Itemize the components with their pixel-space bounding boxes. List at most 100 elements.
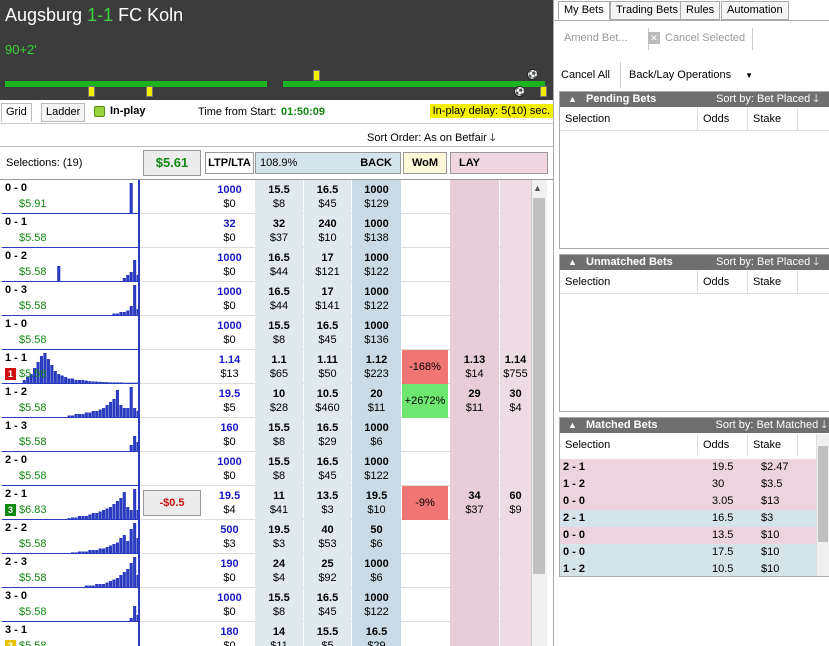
lay-price-cell[interactable] bbox=[450, 180, 499, 214]
ltp-cell[interactable]: 1000 $0 bbox=[205, 180, 254, 214]
tab-rules[interactable]: Rules bbox=[680, 1, 721, 20]
lay-price-cell[interactable]: 30 $4 bbox=[500, 384, 531, 418]
wom-header[interactable]: WoM bbox=[403, 152, 447, 174]
cancel-selected-button[interactable]: Cancel Selected bbox=[665, 32, 745, 44]
back-price-cell[interactable]: 16.5 $45 bbox=[304, 452, 351, 486]
ltp-cell[interactable]: 500 $3 bbox=[205, 520, 254, 554]
back-price-cell[interactable]: 15.5 $5 bbox=[304, 622, 351, 646]
back-price-cell[interactable]: 25 $92 bbox=[304, 554, 351, 588]
tab-ladder[interactable]: Ladder bbox=[41, 103, 86, 122]
selection-cell[interactable]: 0 - 3 $5.58 bbox=[2, 282, 140, 316]
selection-cell[interactable]: 3 - 1 3 $5.58 bbox=[2, 622, 140, 646]
back-price-cell[interactable]: 15.5 $8 bbox=[255, 418, 303, 452]
matched-bet-row[interactable]: 1 - 2 30 $3.5 bbox=[560, 476, 816, 493]
table-row[interactable]: 0 - 2 $5.58 1000 $0 16.5 $44 17 $121 1000 $122 bbox=[0, 248, 531, 282]
table-row[interactable]: 1 - 0 $5.58 1000 $0 15.5 $8 16.5 $45 1000 $136 bbox=[0, 316, 531, 350]
table-row[interactable]: 3 - 1 3 $5.58 180 $0 14 $11 15.5 $5 16.5 $29 bbox=[0, 622, 531, 646]
cancel-x-icon[interactable]: ✕ bbox=[648, 32, 660, 44]
grid-scrollbar-thumb[interactable] bbox=[533, 198, 545, 574]
back-price-cell[interactable]: 1000 $122 bbox=[352, 282, 401, 316]
back-price-cell[interactable]: 15.5 $8 bbox=[255, 316, 303, 350]
table-row[interactable]: 2 - 0 $5.58 1000 $0 15.5 $8 16.5 $45 1000 $122 bbox=[0, 452, 531, 486]
ltp-cell[interactable]: 1.14 $13 bbox=[205, 350, 254, 384]
selection-cell[interactable]: 1 - 3 $5.58 bbox=[2, 418, 140, 452]
col-odds[interactable]: Odds bbox=[698, 434, 748, 456]
lay-price-cell[interactable] bbox=[500, 520, 531, 554]
col-selection[interactable]: Selection bbox=[560, 108, 698, 130]
back-price-cell[interactable]: 24 $4 bbox=[255, 554, 303, 588]
lay-price-cell[interactable]: 60 $9 bbox=[500, 486, 531, 520]
lay-price-cell[interactable] bbox=[450, 316, 499, 350]
cancel-all-button[interactable]: Cancel All bbox=[561, 69, 610, 81]
col-stake[interactable]: Stake bbox=[748, 108, 798, 130]
selection-cell[interactable]: 2 - 2 $5.58 bbox=[2, 520, 140, 554]
back-price-cell[interactable]: 16.5 $29 bbox=[304, 418, 351, 452]
table-row[interactable]: 0 - 1 $5.58 32 $0 32 $37 240 $10 1000 $138 bbox=[0, 214, 531, 248]
lay-price-cell[interactable] bbox=[500, 282, 531, 316]
back-price-cell[interactable]: 10.5 $460 bbox=[304, 384, 351, 418]
col-stake[interactable]: Stake bbox=[748, 271, 798, 293]
back-price-cell[interactable]: 1000 $122 bbox=[352, 248, 401, 282]
tab-grid[interactable]: Grid bbox=[1, 103, 32, 122]
lay-price-cell[interactable]: 29 $11 bbox=[450, 384, 499, 418]
back-price-cell[interactable]: 240 $10 bbox=[304, 214, 351, 248]
selection-cell[interactable]: 3 - 0 $5.58 bbox=[2, 588, 140, 622]
back-price-cell[interactable]: 16.5 $45 bbox=[304, 316, 351, 350]
collapse-icon[interactable]: ▲ bbox=[568, 255, 577, 270]
ltp-cell[interactable]: 1000 $0 bbox=[205, 452, 254, 486]
lay-price-cell[interactable]: 1.13 $14 bbox=[450, 350, 499, 384]
selection-cell[interactable]: 1 - 1 1 $5.58 bbox=[2, 350, 140, 384]
back-price-cell[interactable]: 1000 $122 bbox=[352, 588, 401, 622]
table-row[interactable]: 1 - 1 1 $5.58 1.14 $13 1.1 $65 1.11 $50 1.12 $223-… bbox=[0, 350, 531, 384]
ltp-cell[interactable]: 180 $0 bbox=[205, 622, 254, 646]
lay-price-cell[interactable] bbox=[500, 554, 531, 588]
back-price-cell[interactable]: 16.5 $44 bbox=[255, 282, 303, 316]
matched-bet-row[interactable]: 1 - 2 10.5 $10 bbox=[560, 561, 816, 576]
lay-price-cell[interactable] bbox=[500, 248, 531, 282]
back-price-cell[interactable]: 1000 $6 bbox=[352, 418, 401, 452]
back-price-cell[interactable]: 20 $11 bbox=[352, 384, 401, 418]
lay-price-cell[interactable] bbox=[500, 588, 531, 622]
pending-sort-dropdown[interactable]: Sort by: Bet Placed 🡓 bbox=[716, 92, 819, 107]
matched-bet-row[interactable]: 0 - 0 13.5 $10 bbox=[560, 527, 816, 544]
back-price-cell[interactable]: 1.1 $65 bbox=[255, 350, 303, 384]
unmatched-sort-dropdown[interactable]: Sort by: Bet Placed 🡓 bbox=[716, 255, 819, 270]
scroll-up-icon[interactable]: ▲ bbox=[533, 183, 542, 193]
selection-cell[interactable]: 2 - 1 3 $6.83 bbox=[2, 486, 140, 520]
lay-price-cell[interactable] bbox=[500, 418, 531, 452]
amend-bet-button[interactable]: Amend Bet... bbox=[564, 32, 628, 44]
col-odds[interactable]: Odds bbox=[698, 271, 748, 293]
back-price-cell[interactable]: 13.5 $3 bbox=[304, 486, 351, 520]
lay-price-cell[interactable]: 1.14 $755 bbox=[500, 350, 531, 384]
tab-trading-bets[interactable]: Trading Bets bbox=[610, 1, 684, 20]
table-row[interactable]: 2 - 3 $5.58 190 $0 24 $4 25 $92 1000 $6 bbox=[0, 554, 531, 588]
back-price-cell[interactable]: 1000 $136 bbox=[352, 316, 401, 350]
lay-price-cell[interactable] bbox=[450, 282, 499, 316]
ltp-cell[interactable]: 160 $0 bbox=[205, 418, 254, 452]
back-price-cell[interactable]: 1000 $129 bbox=[352, 180, 401, 214]
back-price-cell[interactable]: 16.5 $29 bbox=[352, 622, 401, 646]
matched-sort-dropdown[interactable]: Sort by: Bet Matched 🡓 bbox=[716, 418, 828, 433]
lay-price-cell[interactable] bbox=[450, 520, 499, 554]
back-price-cell[interactable]: 1000 $138 bbox=[352, 214, 401, 248]
back-price-cell[interactable]: 14 $11 bbox=[255, 622, 303, 646]
back-price-cell[interactable]: 17 $121 bbox=[304, 248, 351, 282]
matched-bet-row[interactable]: 2 - 1 16.5 $3 bbox=[560, 510, 816, 527]
inplay-check-icon[interactable] bbox=[94, 106, 105, 117]
ltp-cell[interactable]: 190 $0 bbox=[205, 554, 254, 588]
matched-bet-row[interactable]: 2 - 1 19.5 $2.47 bbox=[560, 459, 816, 476]
ltp-cell[interactable]: 1000 $0 bbox=[205, 588, 254, 622]
back-price-cell[interactable]: 15.5 $8 bbox=[255, 452, 303, 486]
table-row[interactable]: 0 - 0 $5.91 1000 $0 15.5 $8 16.5 $45 1000 $129 bbox=[0, 180, 531, 214]
col-stake[interactable]: Stake bbox=[748, 434, 798, 456]
back-price-cell[interactable]: 16.5 $45 bbox=[304, 588, 351, 622]
back-price-cell[interactable]: 15.5 $8 bbox=[255, 180, 303, 214]
back-price-cell[interactable]: 16.5 $45 bbox=[304, 180, 351, 214]
ltp-cell[interactable]: 19.5 $4 bbox=[205, 486, 254, 520]
back-price-cell[interactable]: 19.5 $3 bbox=[255, 520, 303, 554]
lay-price-cell[interactable] bbox=[450, 214, 499, 248]
ltp-cell[interactable]: 19.5 $5 bbox=[205, 384, 254, 418]
back-price-cell[interactable]: 50 $6 bbox=[352, 520, 401, 554]
back-price-cell[interactable]: 1.12 $223 bbox=[352, 350, 401, 384]
tab-my-bets[interactable]: My Bets bbox=[558, 1, 610, 20]
